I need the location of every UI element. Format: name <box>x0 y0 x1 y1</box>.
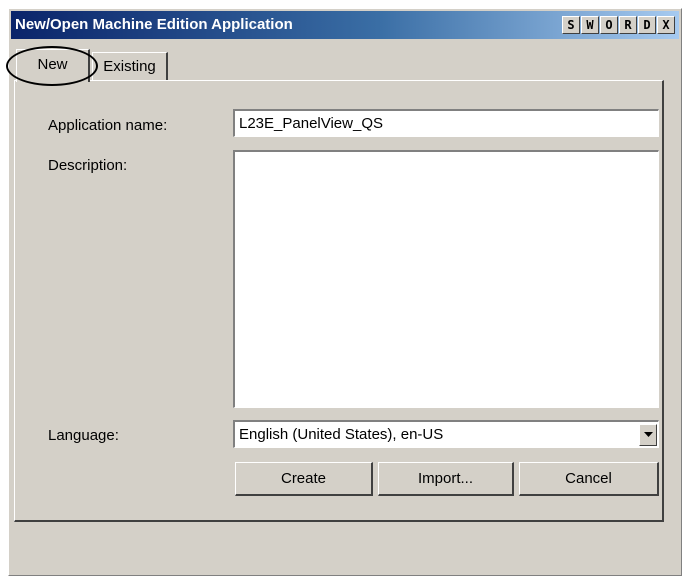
language-label: Language: <box>48 427 119 444</box>
language-select[interactable]: English (United States), en-US <box>233 420 659 448</box>
title-button-d[interactable]: D <box>638 16 656 34</box>
application-name-input[interactable] <box>233 109 659 137</box>
title-bar[interactable]: New/Open Machine Edition Application S W… <box>11 11 679 39</box>
title-button-w[interactable]: W <box>581 16 599 34</box>
language-select-value: English (United States), en-US <box>239 426 444 443</box>
title-button-r[interactable]: R <box>619 16 637 34</box>
tab-new[interactable]: New <box>16 49 90 82</box>
chevron-down-icon[interactable] <box>639 423 657 446</box>
description-textarea[interactable] <box>233 150 659 408</box>
title-button-o[interactable]: O <box>600 16 618 34</box>
window-title: New/Open Machine Edition Application <box>15 16 293 33</box>
import-button[interactable]: Import... <box>378 462 514 496</box>
description-label: Description: <box>48 157 128 174</box>
title-bar-buttons: S W O R D X <box>562 16 675 34</box>
tab-existing[interactable]: Existing <box>92 52 168 80</box>
application-name-label: Application name: <box>48 117 168 134</box>
close-button[interactable]: X <box>657 16 675 34</box>
title-button-s[interactable]: S <box>562 16 580 34</box>
cancel-button[interactable]: Cancel <box>519 462 659 496</box>
create-button[interactable]: Create <box>235 462 373 496</box>
